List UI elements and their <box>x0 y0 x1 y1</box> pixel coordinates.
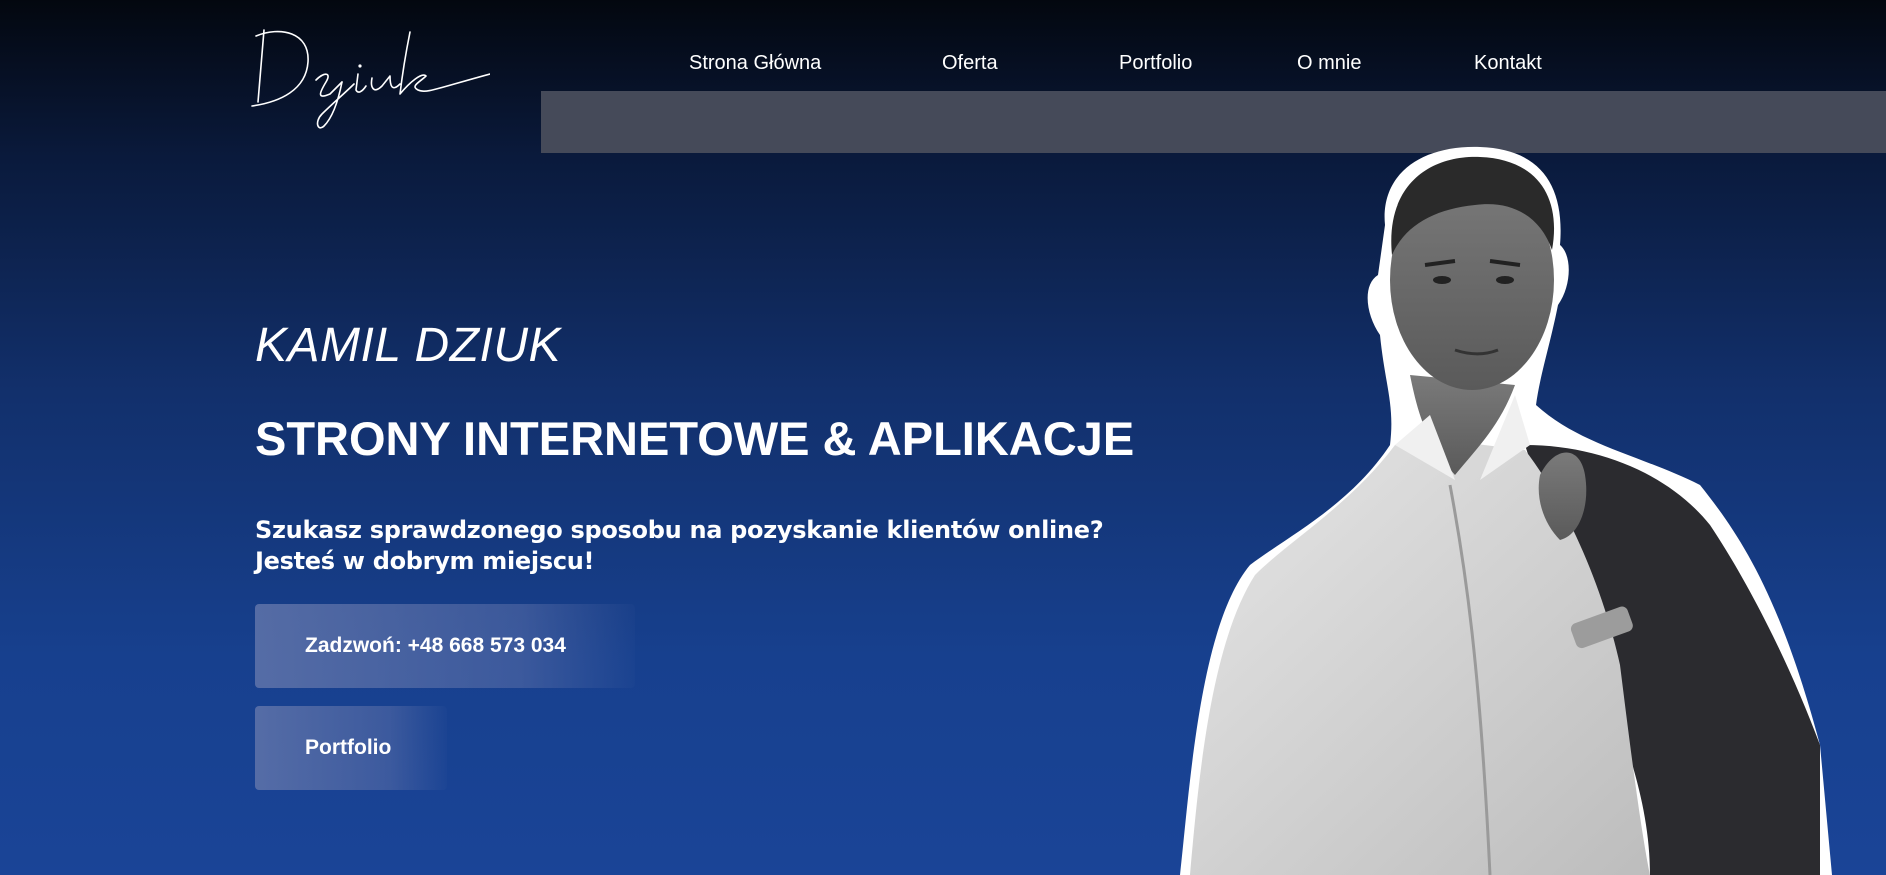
header-band <box>541 91 1886 153</box>
portfolio-button[interactable]: Portfolio <box>255 706 447 790</box>
hero-subtitle: Szukasz sprawdzonego sposobu na pozyskan… <box>255 515 1104 577</box>
main-nav: Strona Główna Oferta Portfolio O mnie Ko… <box>0 52 1886 82</box>
hero-subtitle-line-1: Szukasz sprawdzonego sposobu na pozyskan… <box>255 516 1104 544</box>
nav-item-home[interactable]: Strona Główna <box>689 52 821 75</box>
portrait-photo <box>1180 146 1832 875</box>
nav-item-about[interactable]: O mnie <box>1297 52 1361 75</box>
nav-item-portfolio[interactable]: Portfolio <box>1119 52 1192 75</box>
call-button[interactable]: Zadzwoń: +48 668 573 034 <box>255 604 635 688</box>
hero-title: STRONY INTERNETOWE & APLIKACJE <box>255 412 1135 465</box>
hero-subtitle-line-2: Jesteś w dobrym miejscu! <box>255 547 595 575</box>
nav-item-offer[interactable]: Oferta <box>942 52 998 75</box>
hero-name: KAMIL DZIUK <box>255 319 562 372</box>
nav-item-contact[interactable]: Kontakt <box>1474 52 1542 75</box>
